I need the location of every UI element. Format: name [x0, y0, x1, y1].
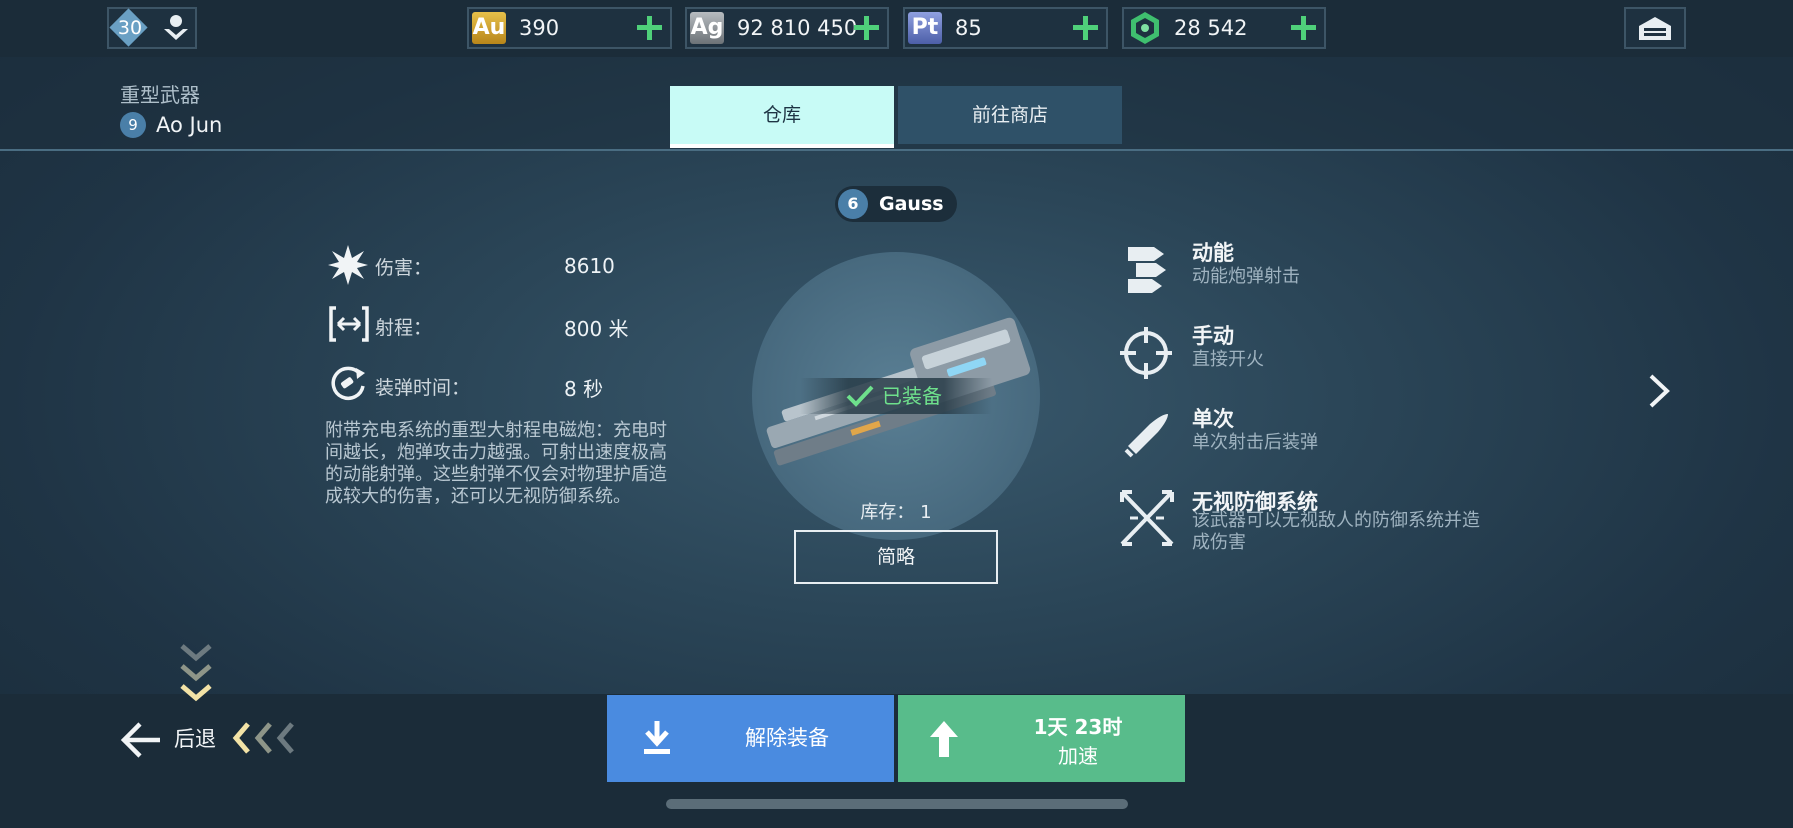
up-arrow-icon: [930, 721, 958, 757]
silver-resource[interactable]: Ag 92 810 450: [685, 7, 889, 49]
speed-up-label: 加速: [1058, 744, 1098, 768]
range-value: 800 米: [564, 317, 629, 341]
hex-key-icon: [1131, 12, 1159, 44]
kinetic-icon: [1128, 247, 1166, 293]
pilot-name: Ao Jun: [156, 113, 223, 137]
player-level-box[interactable]: 30: [107, 7, 197, 49]
gold-resource[interactable]: Au 390: [467, 7, 672, 49]
add-platinum-plus-icon[interactable]: [1070, 12, 1100, 44]
reload-icon: [331, 366, 365, 401]
key-resource[interactable]: 28 542: [1122, 7, 1326, 49]
pilot-level: 9: [128, 116, 138, 134]
hangar-button[interactable]: [1624, 7, 1686, 49]
player-level: 30: [117, 17, 143, 39]
speed-up-button[interactable]: 1天 23时 加速: [898, 695, 1185, 782]
crosshair-icon: [1120, 327, 1172, 379]
pilot-level-badge: 9: [120, 112, 146, 138]
gold-icon: Au: [472, 12, 506, 44]
platinum-value: 85: [955, 16, 982, 40]
range-icon: [329, 306, 369, 342]
download-arrow-icon: [644, 721, 670, 754]
equipped-label: 已装备: [882, 384, 942, 408]
speed-up-time: 1天 23时: [1033, 715, 1123, 739]
next-arrow-icon[interactable]: [1645, 372, 1673, 410]
unequip-label: 解除装备: [745, 726, 829, 750]
equipped-banner: 已装备: [800, 378, 992, 414]
tab-warehouse[interactable]: 仓库: [670, 86, 894, 148]
weapon-level: 6: [847, 194, 859, 213]
back-chevrons-icon: [232, 722, 294, 754]
platinum-icon: Pt: [908, 12, 942, 44]
ignore-defense-icon: [1120, 490, 1174, 546]
damage-label: 伤害：: [375, 257, 433, 279]
add-silver-plus-icon[interactable]: [851, 12, 881, 44]
sub-header: [0, 57, 1793, 151]
silver-icon: Ag: [690, 12, 724, 44]
tab-go-to-shop[interactable]: 前往商店: [898, 86, 1122, 144]
range-label: 射程：: [375, 317, 433, 339]
unequip-button[interactable]: 解除装备: [607, 695, 894, 782]
check-icon: [846, 385, 874, 407]
feature-single-desc: 单次射击后装弹: [1192, 432, 1318, 453]
scroll-down-chevrons-icon: [180, 644, 212, 702]
single-shot-icon: [1124, 414, 1168, 458]
reload-value: 8 秒: [564, 377, 604, 401]
weapon-level-circle: 6: [838, 189, 868, 219]
burst-icon: [328, 245, 368, 285]
top-bar: 30 Au 390 Ag 92 810 450 Pt 85 28 542: [0, 0, 1793, 57]
key-value: 28 542: [1174, 16, 1248, 40]
back-label: 后退: [174, 727, 216, 751]
weapon-name: Gauss: [879, 193, 944, 215]
home-indicator: [666, 799, 1128, 809]
weapon-category: 重型武器: [120, 83, 200, 107]
hangar-icon: [1639, 17, 1671, 40]
weapon-name-badge: 6 Gauss: [835, 186, 957, 222]
silver-value: 92 810 450: [737, 16, 858, 40]
back-arrow-icon: [120, 722, 160, 758]
feature-manual-desc: 直接开火: [1192, 349, 1264, 370]
stock-count: 库存： 1: [860, 502, 932, 523]
weapon-description: 附带充电系统的重型大射程电磁炮：充电时间越长，炮弹攻击力越强。可射出速度极高的动…: [325, 420, 667, 507]
feature-kinetic-desc: 动能炮弹射击: [1192, 266, 1300, 287]
summary-button[interactable]: 简略: [794, 530, 998, 584]
add-gold-plus-icon[interactable]: [634, 12, 664, 44]
profile-icon[interactable]: [161, 13, 191, 43]
back-button[interactable]: 后退: [118, 718, 228, 762]
reload-label: 装弹时间：: [375, 377, 471, 399]
platinum-resource[interactable]: Pt 85: [903, 7, 1108, 49]
feature-ignore-defense-desc: 该武器可以无视敌人的防御系统并造成伤害: [1192, 510, 1480, 553]
add-key-plus-icon[interactable]: [1288, 12, 1318, 44]
gold-value: 390: [519, 16, 560, 40]
damage-value: 8610: [564, 254, 615, 278]
